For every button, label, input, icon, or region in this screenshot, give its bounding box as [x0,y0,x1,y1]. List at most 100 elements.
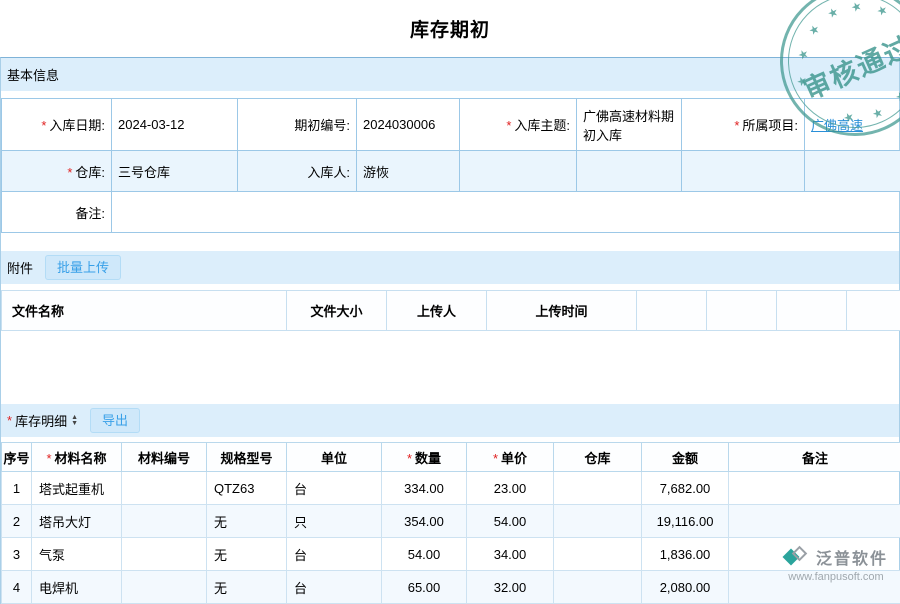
sort-down-icon: ▼ [71,421,78,427]
required-mark: * [67,165,72,180]
col-no-header: 序号 [2,443,32,472]
col-material-name-label: 材料名称 [55,451,107,466]
col-warehouse-header: 仓库 [554,443,642,472]
details-header-row: 序号 *材料名称 材料编号 规格型号 单位 *数量 *单价 仓库 金额 备注 [2,443,900,472]
subject-value: 广佛高速材料期初入库 [577,99,682,151]
remark-label: 备注: [75,206,105,221]
cell-unit: 台 [287,571,382,604]
initial-no-label: 期初编号: [294,118,350,133]
sort-toggle-icon[interactable]: ▲ ▼ [71,415,78,427]
vendor-watermark: 泛普软件 www.fanpusoft.com [784,545,888,583]
required-mark: * [734,118,739,133]
cell-spec: 无 [207,571,287,604]
cell-price: 23.00 [467,472,554,505]
operator-value: 游恢 [357,151,460,192]
cell-material-code [122,538,207,571]
warehouse-value: 三号仓库 [112,151,238,192]
file-size-header: 文件大小 [287,291,387,331]
col-unit-header: 单位 [287,443,382,472]
remark-value [112,192,900,233]
cell-remark [729,472,900,505]
operator-label-cell: 入库人: [238,151,357,192]
section-basic-info-label: 基本信息 [7,65,59,84]
col-spec-header: 规格型号 [207,443,287,472]
subject-label: 入库主题: [514,118,570,133]
section-attachments-label: 附件 [7,258,33,277]
detail-row: 3 气泵 无 台 54.00 34.00 1,836.00 [2,538,900,571]
required-mark: * [41,118,46,133]
empty-cell [577,151,682,192]
cell-unit: 台 [287,472,382,505]
cell-material-code [122,571,207,604]
required-mark: * [506,118,511,133]
cell-unit: 只 [287,505,382,538]
cell-amount: 1,836.00 [642,538,729,571]
empty-cell [460,151,577,192]
empty-header-cell [777,291,847,331]
attachments-table: 文件名称 文件大小 上传人 上传时间 [1,290,900,331]
section-attachments: 附件 批量上传 [1,251,899,284]
empty-header-cell [847,291,900,331]
remark-label-cell: 备注: [2,192,112,233]
cell-warehouse [554,472,642,505]
required-mark: * [493,451,498,466]
cell-no: 3 [2,538,32,571]
vendor-url: www.fanpusoft.com [784,571,888,583]
col-qty-header: *数量 [382,443,467,472]
cell-price: 54.00 [467,505,554,538]
form-row-2: *仓库: 三号仓库 入库人: 游恢 [2,151,900,192]
project-link[interactable]: 广佛高速 [811,118,863,133]
cell-spec: 无 [207,505,287,538]
cell-spec: 无 [207,538,287,571]
warehouse-label: 仓库: [75,165,105,180]
required-mark: * [7,413,12,428]
cell-warehouse [554,571,642,604]
page-header: 库存期初 [0,0,900,57]
cell-material-name: 塔式起重机 [32,472,122,505]
col-price-label: 单价 [501,451,527,466]
cell-amount: 19,116.00 [642,505,729,538]
attachments-header-row: 文件名称 文件大小 上传人 上传时间 [2,291,900,331]
section-details-label: 库存明细 [15,411,67,430]
cell-material-code [122,505,207,538]
detail-row: 4 电焊机 无 台 65.00 32.00 2,080.00 [2,571,900,604]
vendor-brand: 泛普软件 [816,545,888,569]
empty-header-cell [707,291,777,331]
cell-warehouse [554,538,642,571]
cell-material-name: 电焊机 [32,571,122,604]
section-basic-info: 基本信息 [1,58,899,91]
cell-spec: QTZ63 [207,472,287,505]
initial-no-value: 2024030006 [357,99,460,151]
empty-header-cell [637,291,707,331]
form-row-3: 备注: [2,192,900,233]
detail-row: 1 塔式起重机 QTZ63 台 334.00 23.00 7,682.00 [2,472,900,505]
cell-material-code [122,472,207,505]
page-title: 库存期初 [410,15,490,42]
subject-label-cell: *入库主题: [460,99,577,151]
cell-qty: 54.00 [382,538,467,571]
details-table: 序号 *材料名称 材料编号 规格型号 单位 *数量 *单价 仓库 金额 备注 1… [1,442,900,604]
col-amount-header: 金额 [642,443,729,472]
col-qty-label: 数量 [415,451,441,466]
cell-qty: 354.00 [382,505,467,538]
batch-upload-button[interactable]: 批量上传 [45,255,121,281]
warehouse-label-cell: *仓库: [2,151,112,192]
cell-no: 4 [2,571,32,604]
section-details: * 库存明细 ▲ ▼ 导出 [1,404,899,437]
required-mark: * [46,451,51,466]
cell-no: 2 [2,505,32,538]
required-mark: * [407,451,412,466]
uploader-header: 上传人 [387,291,487,331]
project-label: 所属项目: [742,118,798,133]
basic-info-form: *入库日期: 2024-03-12 期初编号: 2024030006 *入库主题… [1,98,900,233]
cell-price: 32.00 [467,571,554,604]
cell-amount: 2,080.00 [642,571,729,604]
empty-cell [682,151,805,192]
export-button[interactable]: 导出 [90,408,140,434]
cell-price: 34.00 [467,538,554,571]
fanpu-logo-icon [784,546,810,568]
main-content: 基本信息 *入库日期: 2024-03-12 期初编号: 2024030006 … [0,57,900,604]
empty-cell [805,151,900,192]
col-price-header: *单价 [467,443,554,472]
initial-no-label-cell: 期初编号: [238,99,357,151]
